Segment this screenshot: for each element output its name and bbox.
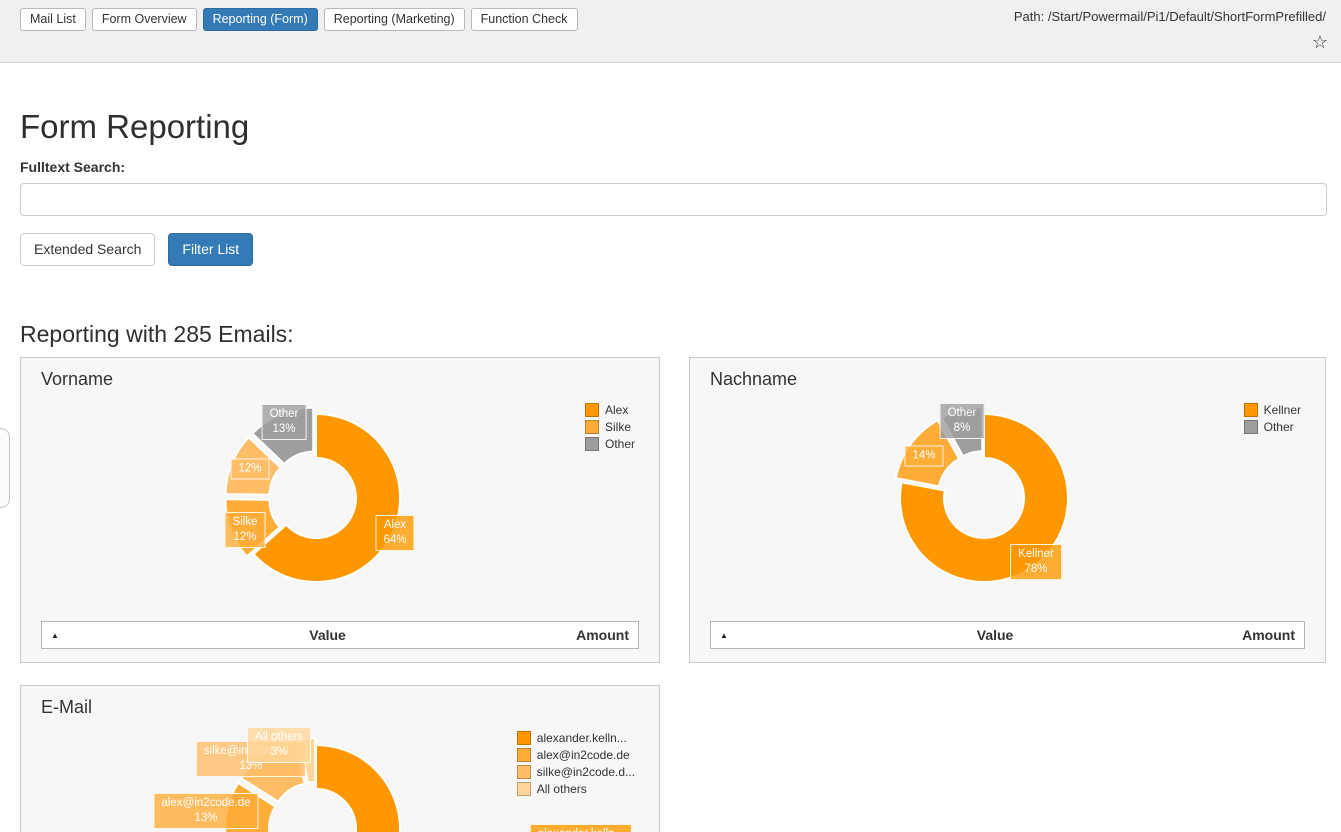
chart-canvas: Alex64% Silke12% 12% Other13% [21,358,659,662]
tab-mail-list[interactable]: Mail List [20,8,86,31]
favorite-star-icon[interactable]: ☆ [1312,33,1328,51]
slice-label-slice-1: 14% [904,446,943,467]
legend-label: alex@in2code.de [537,748,630,762]
chart-legend: alexander.kelln... alex@in2code.de silke@i… [517,731,635,799]
panel-title: Nachname [710,369,797,390]
fulltext-search-input[interactable] [20,183,1327,216]
legend-label: alexander.kelln... [537,731,627,745]
slice-label-alexander-kelln: alexander.kelln...71% [530,824,632,832]
legend-label: Other [1264,420,1294,434]
tab-reporting-marketing[interactable]: Reporting (Marketing) [324,8,465,31]
legend-swatch-icon [585,403,599,417]
legend-item-alex: Alex [585,403,635,417]
legend-item-kellner: Kellner [1244,403,1301,417]
legend-item-alex-in2code-de: alex@in2code.de [517,748,635,762]
sort-caret-icon[interactable]: ▲ [42,631,79,640]
column-value[interactable]: Value [79,627,576,643]
tab-function-check[interactable]: Function Check [471,8,578,31]
chart-panel-email: alexander.kelln...71% alex@in2code.de13% s… [20,685,660,832]
top-toolbar: Mail List Form Overview Reporting (Form)… [0,0,1341,63]
slice-label-alex-in2code-de: alex@in2code.de13% [153,793,258,829]
legend-label: Alex [605,403,628,417]
table-header: ▲ Value Amount [710,621,1305,649]
slice-label-alex: Alex64% [375,515,414,551]
tab-reporting-form[interactable]: Reporting (Form) [203,8,318,31]
sort-caret-icon[interactable]: ▲ [711,631,748,640]
chart-legend: Alex Silke Other [585,403,635,454]
legend-item-all-others: All others [517,782,635,796]
column-amount[interactable]: Amount [1242,627,1304,643]
legend-label: silke@in2code.d... [537,765,635,779]
module-tabs: Mail List Form Overview Reporting (Form)… [20,8,578,31]
legend-swatch-icon [585,437,599,451]
legend-swatch-icon [1244,420,1258,434]
fulltext-search-label: Fulltext Search: [20,159,125,175]
chart-panel-nachname: Kellner78% 14% Other8% Nachname Kellner Oth… [689,357,1326,663]
legend-label: Other [605,437,635,451]
slice-label-other: Other13% [262,404,307,440]
legend-swatch-icon [517,731,531,745]
legend-swatch-icon [517,765,531,779]
filter-list-button[interactable]: Filter List [168,233,253,266]
slice-label-all-others: All others3% [247,727,311,763]
legend-label: Kellner [1264,403,1301,417]
donut-chart[interactable] [690,358,1325,664]
form-reporting-page: Mail List Form Overview Reporting (Form)… [0,0,1341,832]
table-header: ▲ Value Amount [41,621,639,649]
column-value[interactable]: Value [748,627,1242,643]
legend-item-alexander-kelln: alexander.kelln... [517,731,635,745]
legend-swatch-icon [585,420,599,434]
slice-label-kellner: Kellner78% [1010,544,1062,580]
legend-swatch-icon [1244,403,1258,417]
legend-label: Silke [605,420,631,434]
chart-legend: Kellner Other [1244,403,1301,437]
chart-panel-vorname: Alex64% Silke12% 12% Other13% Vorname Alex S… [20,357,660,663]
tab-form-overview[interactable]: Form Overview [92,8,197,31]
search-actions: Extended Search Filter List [20,233,253,266]
section-heading: Reporting with 285 Emails: [20,321,294,348]
page-title: Form Reporting [20,108,249,146]
legend-item-other: Other [585,437,635,451]
breadcrumb-path: Path: /Start/Powermail/Pi1/Default/Short… [1014,9,1326,24]
panel-title: E-Mail [41,697,92,718]
donut-chart[interactable] [21,358,659,664]
chart-canvas: Kellner78% 14% Other8% [690,358,1325,662]
slice-label-silke: Silke12% [225,512,266,548]
panel-title: Vorname [41,369,113,390]
column-amount[interactable]: Amount [576,627,638,643]
legend-item-other: Other [1244,420,1301,434]
slice-label-other: Other8% [940,403,985,439]
legend-label: All others [537,782,587,796]
slice-label-slice-2: 12% [230,459,269,480]
legend-item-silke-in2code-d: silke@in2code.d... [517,765,635,779]
sidebar-collapse-handle[interactable] [0,428,10,508]
legend-item-silke: Silke [585,420,635,434]
legend-swatch-icon [517,748,531,762]
extended-search-button[interactable]: Extended Search [20,233,155,266]
legend-swatch-icon [517,782,531,796]
